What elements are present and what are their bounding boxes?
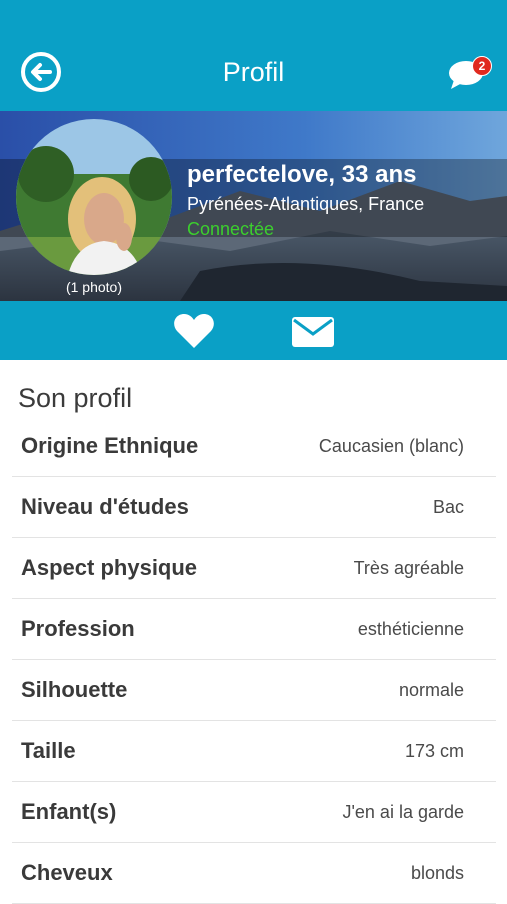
- detail-value: Bac: [432, 497, 464, 517]
- detail-row-cheveux: Cheveux blonds: [12, 843, 496, 904]
- detail-row-profession: Profession esthéticienne: [12, 599, 496, 660]
- detail-value: J'en ai la garde: [342, 802, 464, 822]
- section-title: Son profil: [18, 383, 133, 413]
- detail-value: Très agréable: [353, 558, 464, 578]
- app-header: Profil 2: [0, 0, 507, 111]
- page-title: Profil: [222, 57, 285, 87]
- detail-value: blonds: [410, 863, 464, 883]
- detail-row-aspect: Aspect physique Très agréable: [12, 538, 496, 599]
- like-button[interactable]: [172, 312, 216, 350]
- unread-badge: 2: [472, 56, 492, 76]
- detail-row-enfants: Enfant(s) J'en ai la garde: [12, 782, 496, 843]
- detail-label: Enfant(s): [21, 799, 117, 824]
- detail-value: 173 cm: [404, 741, 464, 761]
- detail-label: Taille: [21, 738, 76, 763]
- heart-icon: [174, 314, 214, 348]
- detail-row-silhouette: Silhouette normale: [12, 660, 496, 721]
- detail-value: esthéticienne: [357, 619, 464, 639]
- detail-row-origine: Origine Ethnique Caucasien (blanc): [12, 416, 496, 477]
- detail-label: Silhouette: [21, 677, 128, 702]
- detail-label: Niveau d'études: [21, 494, 189, 519]
- detail-label: Cheveux: [21, 860, 113, 885]
- profile-cover: (1 photo) perfectelove, 33 ans Pyrénées-…: [0, 111, 507, 301]
- location: Pyrénées-Atlantiques, France: [187, 194, 425, 214]
- action-bar: [0, 301, 507, 360]
- avatar[interactable]: [16, 119, 172, 275]
- detail-label: Profession: [21, 616, 135, 641]
- profile-details-list: Origine Ethnique Caucasien (blanc) Nivea…: [12, 416, 496, 904]
- detail-value: Caucasien (blanc): [318, 436, 464, 456]
- envelope-icon: [292, 317, 334, 347]
- send-message-button[interactable]: [291, 316, 335, 348]
- username-age: perfectelove, 33 ans: [187, 161, 417, 188]
- detail-label: Aspect physique: [21, 555, 198, 580]
- detail-row-taille: Taille 173 cm: [12, 721, 496, 782]
- detail-row-etudes: Niveau d'études Bac: [12, 477, 496, 538]
- detail-label: Origine Ethnique: [21, 433, 199, 458]
- profile-photo: [16, 119, 172, 275]
- detail-value: normale: [398, 680, 464, 700]
- photo-count[interactable]: (1 photo): [16, 278, 172, 296]
- online-status: Connectée: [187, 219, 275, 239]
